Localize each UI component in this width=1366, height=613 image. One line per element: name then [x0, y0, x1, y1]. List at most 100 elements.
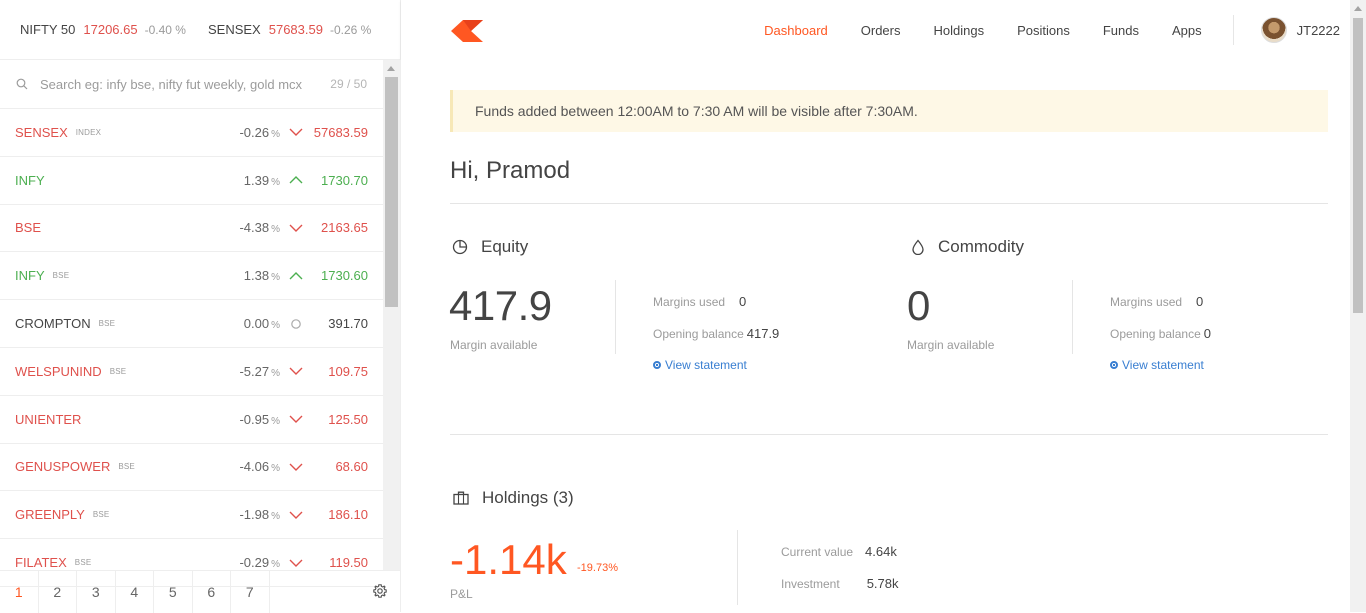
exchange-tag: BSE — [92, 510, 110, 520]
percent-unit: % — [271, 415, 280, 427]
change-percent: -0.26% — [239, 125, 280, 140]
chevron-down-icon — [289, 415, 303, 424]
percent-unit: % — [271, 320, 280, 332]
circle-icon — [291, 318, 301, 329]
exchange-tag: BSE — [98, 319, 116, 329]
exchange-tag: BSE — [52, 271, 70, 281]
instrument-symbol: INFY — [15, 172, 45, 188]
brand-logo-icon[interactable] — [451, 20, 483, 42]
index-sensex[interactable]: SENSEX 57683.59 -0.26 % — [208, 22, 371, 37]
instrument-symbol: INFY — [15, 268, 45, 284]
scroll-up-arrow-icon[interactable] — [387, 66, 395, 71]
change-value: 1.38 — [243, 268, 270, 284]
percent-unit: % — [271, 176, 280, 188]
commodity-view-statement-link[interactable]: View statement — [1110, 358, 1204, 372]
change-percent: -4.38% — [239, 220, 280, 235]
instrument-symbol: UNIENTER — [15, 411, 82, 427]
page-1[interactable]: 1 — [0, 570, 39, 613]
watchlist-row[interactable]: GREENPLY BSE -1.98% 186.10 — [0, 491, 383, 540]
index-name: SENSEX — [207, 22, 261, 37]
chevron-down-icon — [289, 224, 303, 232]
change-percent: -1.98% — [239, 507, 280, 522]
percent-unit: % — [271, 511, 280, 523]
market-indices-bar: NIFTY 50 17206.65 -0.40 % SENSEX 57683.5… — [0, 0, 401, 60]
view-statement-label: View statement — [665, 358, 747, 372]
nav-funds[interactable]: Funds — [1103, 23, 1139, 38]
change-percent: 0.00% — [244, 316, 280, 331]
watchlist-row[interactable]: CROMPTON BSE 0.00% 391.70 — [0, 300, 383, 348]
opening-balance-label: Opening balance — [653, 327, 744, 341]
change-value: -0.26 — [239, 124, 270, 140]
avatar[interactable] — [1260, 17, 1287, 43]
page-5[interactable]: 5 — [154, 570, 193, 613]
change-percent: 1.39% — [244, 173, 280, 188]
last-price: 119.50 — [329, 555, 368, 571]
opening-balance-label: Opening balance — [1110, 327, 1201, 341]
commodity-margin-available: 0 — [907, 282, 930, 329]
nav-holdings[interactable]: Holdings — [934, 23, 985, 38]
page-3[interactable]: 3 — [77, 570, 116, 613]
instrument-symbol: GREENPLY — [15, 507, 85, 523]
index-value: 57683.59 — [268, 22, 323, 37]
watchlist-scrollbar[interactable] — [383, 60, 400, 570]
opening-balance-value: 417.9 — [746, 326, 780, 341]
scroll-up-arrow-icon[interactable] — [1354, 6, 1362, 11]
opening-balance-value: 0 — [1203, 326, 1211, 341]
divider — [1072, 280, 1073, 354]
chevron-down-icon — [289, 511, 303, 519]
nav-apps[interactable]: Apps — [1172, 23, 1202, 38]
nav-orders[interactable]: Orders — [861, 23, 901, 38]
page-4[interactable]: 4 — [116, 570, 154, 613]
exchange-tag: BSE — [118, 462, 135, 472]
user-menu[interactable]: JT2222 — [1260, 17, 1340, 43]
change-value: 0.00 — [243, 316, 270, 332]
exchange-tag: INDEX — [75, 127, 102, 137]
last-price: 1730.60 — [321, 268, 368, 284]
watchlist-row[interactable]: INFY 1.39% 1730.70 — [0, 157, 383, 205]
last-price: 2163.65 — [321, 220, 368, 236]
holdings-pnl-percent: -19.73% — [577, 562, 618, 574]
search-icon — [16, 78, 28, 90]
watchlist-search[interactable]: 29 / 50 — [0, 60, 383, 109]
equity-view-statement-link[interactable]: View statement — [653, 358, 747, 372]
equity-margin-available: 417.9 — [449, 282, 552, 329]
gear-icon[interactable] — [372, 583, 388, 599]
search-input[interactable] — [40, 76, 320, 92]
nav-dashboard[interactable]: Dashboard — [764, 23, 828, 38]
user-id: JT2222 — [1296, 22, 1340, 38]
instrument-symbol: WELSPUNIND — [15, 363, 102, 379]
change-value: -4.06 — [239, 459, 270, 475]
page-6[interactable]: 6 — [193, 570, 231, 613]
holdings-pnl: -1.14k — [450, 536, 567, 583]
change-percent: -0.29% — [239, 555, 280, 570]
watchlist-row[interactable]: WELSPUNIND BSE -5.27% 109.75 — [0, 348, 383, 396]
page-7[interactable]: 7 — [231, 570, 270, 613]
scroll-thumb[interactable] — [1353, 18, 1363, 313]
chevron-up-icon — [289, 176, 303, 184]
scroll-thumb[interactable] — [385, 77, 398, 307]
divider — [737, 530, 738, 605]
index-value: 17206.65 — [83, 22, 138, 37]
pnl-label: P&L — [450, 587, 473, 601]
page-2[interactable]: 2 — [39, 570, 77, 613]
chevron-down-icon — [289, 367, 303, 376]
page-scrollbar[interactable] — [1350, 0, 1366, 612]
equity-section-title: Equity — [452, 237, 528, 257]
exchange-tag: BSE — [109, 366, 127, 376]
watchlist-row[interactable]: GENUSPOWER BSE -4.06% 68.60 — [0, 444, 383, 492]
watchlist-pager: 1 2 3 4 5 6 7 — [0, 570, 400, 613]
arrow-circle-icon — [1110, 361, 1118, 369]
margins-used-value: 0 — [1196, 294, 1204, 309]
equity-title: Equity — [481, 237, 529, 256]
briefcase-icon — [453, 491, 469, 505]
current-value-label: Current value — [781, 545, 854, 559]
equity-opening-balance: Opening balance 417.9 — [653, 326, 779, 341]
watchlist-row[interactable]: SENSEX INDEX -0.26% 57683.59 — [0, 109, 383, 157]
watchlist-row[interactable]: UNIENTER -0.95% 125.50 — [0, 396, 383, 444]
percent-unit: % — [271, 463, 280, 475]
nav-positions[interactable]: Positions — [1017, 23, 1070, 38]
watchlist-row[interactable]: INFY BSE 1.38% 1730.60 — [0, 252, 383, 301]
index-nifty[interactable]: NIFTY 50 17206.65 -0.40 % — [20, 22, 186, 37]
nav-divider — [1232, 15, 1234, 45]
watchlist-row[interactable]: BSE -4.38% 2163.65 — [0, 205, 383, 253]
